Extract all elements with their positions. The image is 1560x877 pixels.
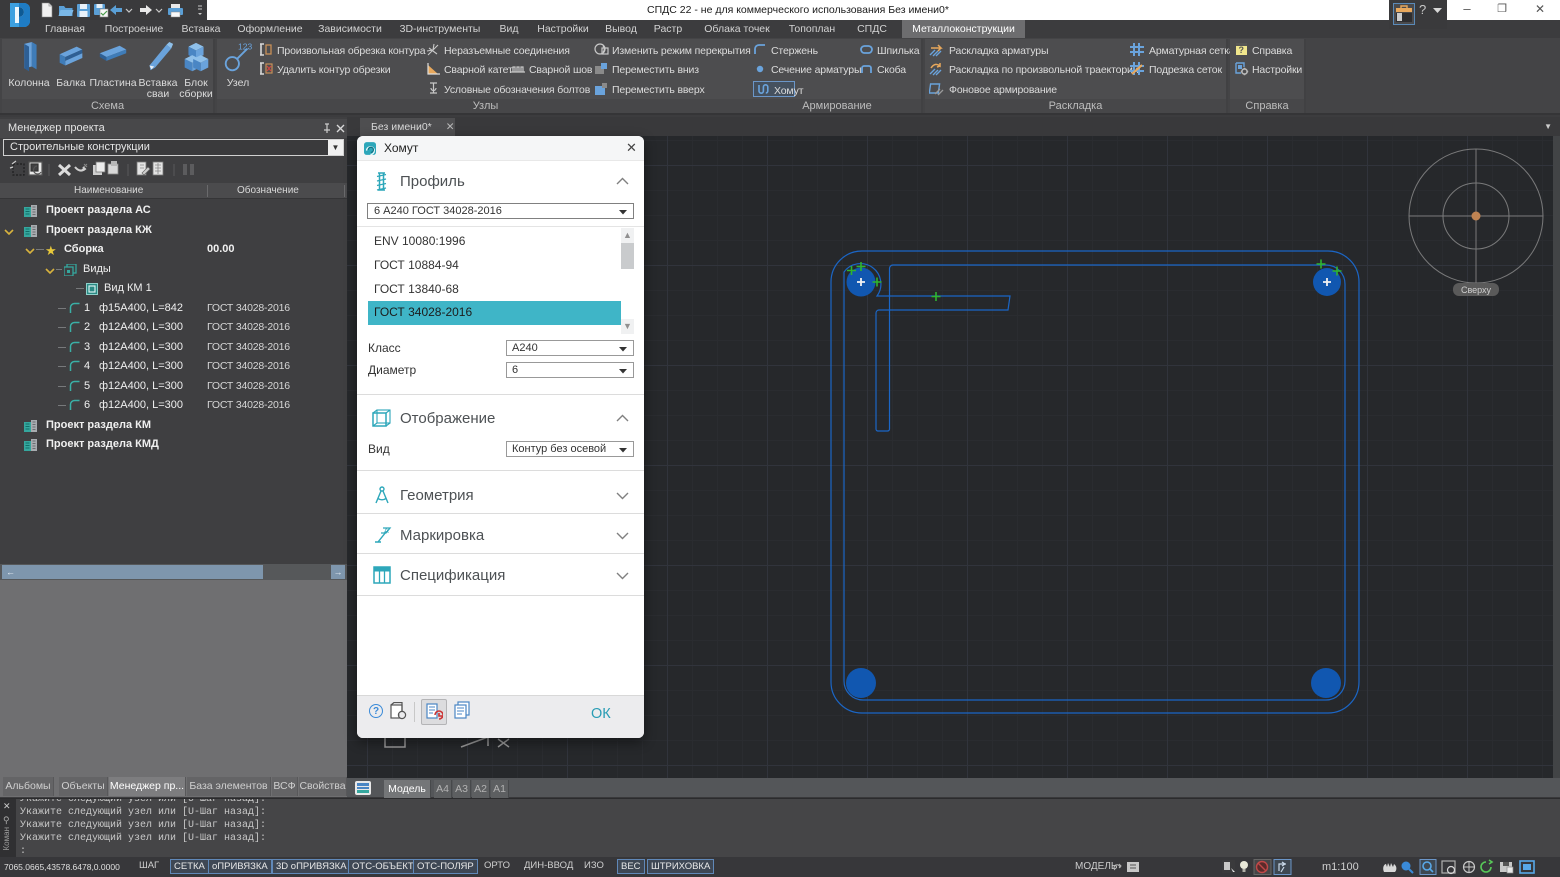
svg-text:Сверху: Сверху	[1461, 285, 1492, 295]
svg-text:123: 123	[238, 42, 252, 52]
svg-text:?: ?	[1239, 45, 1244, 55]
svg-text:A: A	[384, 528, 389, 535]
